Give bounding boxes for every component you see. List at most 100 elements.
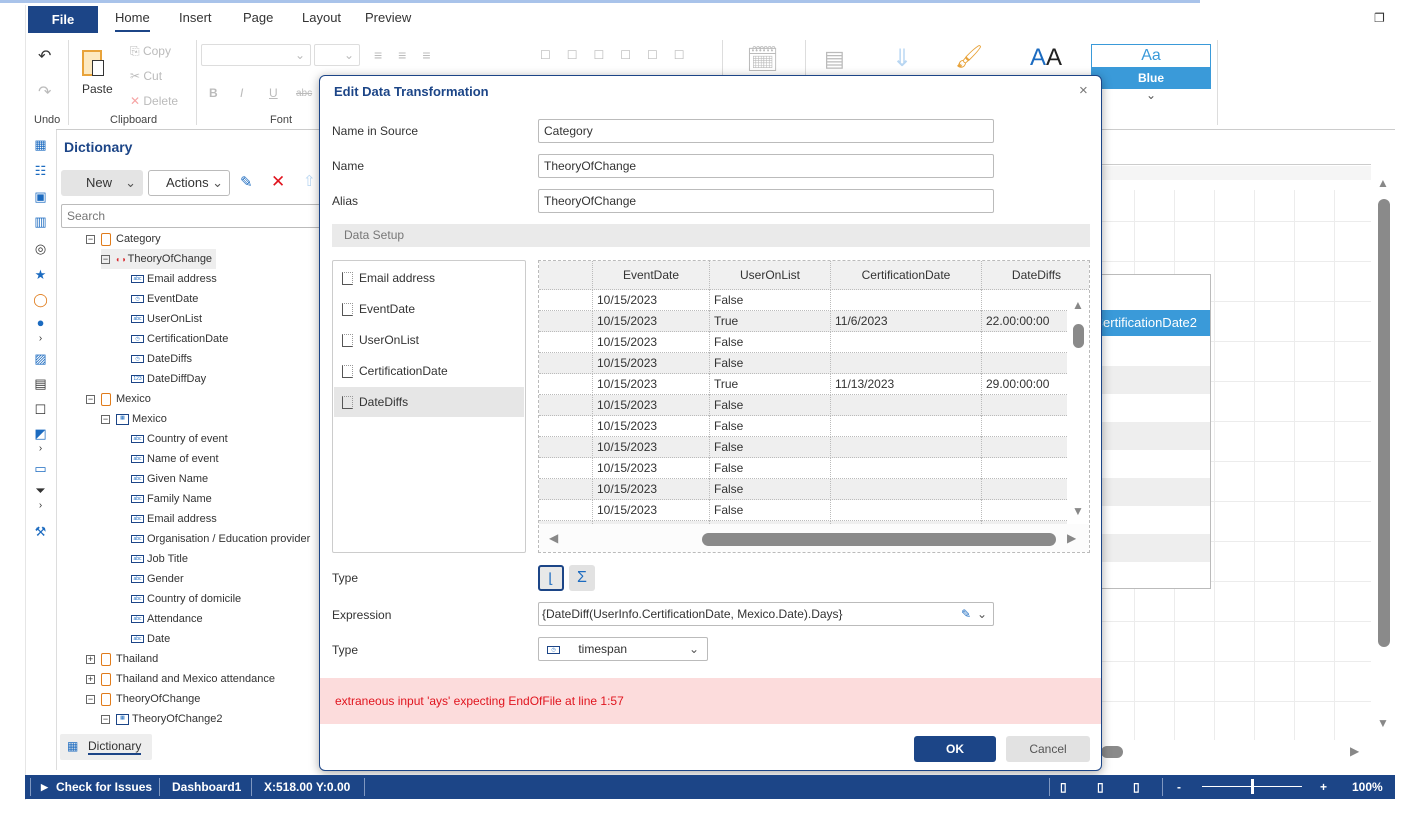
tree-item[interactable]: abc Organisation / Education provider xyxy=(131,529,310,549)
chevron-down-icon[interactable]: ⌄ xyxy=(1146,88,1156,102)
tree-item[interactable]: abc Country of event xyxy=(131,429,228,449)
tree-item[interactable]: − ◐◑ TheoryOfChange xyxy=(101,249,217,269)
tree-item[interactable]: − ▦ TheoryOfChange2 xyxy=(101,709,223,729)
move-down-icon[interactable]: ⇓ xyxy=(892,44,912,73)
grid-header-cell[interactable]: CertificationDate xyxy=(830,261,981,290)
expression-input[interactable]: {DateDiff(UserInfo.CertificationDate, Me… xyxy=(538,602,994,626)
delete-icon[interactable]: ✕ xyxy=(271,172,285,192)
scroll-right-icon[interactable]: ▶ xyxy=(1350,744,1359,758)
restore-window-icon[interactable]: ❐ xyxy=(1374,11,1385,25)
tree-item[interactable]: 123 DateDiffDay xyxy=(131,369,206,389)
font-style-icon[interactable]: AA xyxy=(1030,44,1062,72)
delete-button[interactable]: ✕ Delete xyxy=(130,94,178,108)
expand-icon[interactable]: + xyxy=(86,674,95,684)
column-list-item[interactable]: EventDate xyxy=(334,294,524,324)
cut-button[interactable]: ✂ Cut xyxy=(130,69,162,83)
paste-button[interactable]: Paste xyxy=(82,82,113,96)
zoom-in-button[interactable]: + xyxy=(1320,775,1327,799)
tab-insert[interactable]: Insert xyxy=(179,8,212,32)
scroll-down-icon[interactable]: ▼ xyxy=(1377,716,1389,730)
chevron-down-icon[interactable]: ⌄ xyxy=(977,603,987,625)
tree-item[interactable]: − ▦ Mexico xyxy=(101,409,167,429)
file-tab[interactable]: File xyxy=(28,6,98,33)
panel-icon[interactable]: ☐ xyxy=(33,403,48,417)
tab-page[interactable]: Page xyxy=(243,8,273,32)
actions-button[interactable]: Actions ⌄ xyxy=(148,170,230,196)
underline-button[interactable]: U xyxy=(269,86,278,100)
align-buttons[interactable]: ≡≡≡ xyxy=(374,47,447,63)
star-icon[interactable]: ★ xyxy=(33,268,48,282)
selected-cell[interactable]: CertificationDate2 xyxy=(1101,310,1210,336)
column-list-item[interactable]: DateDiffs xyxy=(334,387,524,417)
grid-vscroll-thumb[interactable] xyxy=(1073,324,1084,348)
tree-item[interactable]: abc Country of domicile xyxy=(131,589,241,609)
pencil-icon[interactable]: ✎ xyxy=(961,603,971,625)
grid-vscroll[interactable]: ▲ ▼ xyxy=(1067,290,1089,524)
name-in-source-input[interactable]: Category xyxy=(538,119,994,143)
grid-header-cell[interactable] xyxy=(539,261,592,290)
collapse-icon[interactable]: − xyxy=(86,234,95,244)
tree-item[interactable]: abc Email address xyxy=(131,269,217,289)
tree-item[interactable]: abc UserOnList xyxy=(131,309,202,329)
alias-input[interactable]: TheoryOfChange xyxy=(538,189,994,213)
shape-icon[interactable]: ◩ xyxy=(33,427,48,441)
zoom-out-button[interactable]: - xyxy=(1177,775,1181,799)
tree-item[interactable]: abc Job Title xyxy=(131,549,188,569)
tree-item[interactable]: abc Name of event xyxy=(131,449,219,469)
chevron-right-icon[interactable]: › xyxy=(33,499,48,513)
tab-layout[interactable]: Layout xyxy=(302,8,341,32)
sum-icon[interactable]: Σ xyxy=(569,565,595,591)
chevron-right-icon[interactable]: › xyxy=(33,442,48,456)
tree-item[interactable]: + Thailand and Mexico attendance xyxy=(86,669,275,689)
tree-item[interactable]: abc Date xyxy=(131,629,170,649)
bold-button[interactable]: B xyxy=(209,86,218,100)
fit-width-icon[interactable]: ▯ xyxy=(1060,775,1067,799)
tree-item[interactable]: + Thailand xyxy=(86,649,158,669)
tools-icon[interactable]: ⚒ xyxy=(33,525,48,539)
new-button[interactable]: New ⌄ xyxy=(61,170,143,196)
map-icon[interactable]: ● xyxy=(33,316,48,330)
collapse-icon[interactable]: − xyxy=(101,714,110,724)
image-icon[interactable]: ▨ xyxy=(33,352,48,366)
text-icon[interactable]: ▤ xyxy=(33,377,48,391)
fit-page-icon[interactable]: ▯ xyxy=(1097,775,1104,799)
ok-button[interactable]: OK xyxy=(914,736,996,762)
grid-hscroll[interactable]: ◀ ▶ xyxy=(539,524,1089,552)
grid-header-cell[interactable]: EventDate xyxy=(592,261,709,290)
vertical-scrollbar[interactable] xyxy=(1378,199,1390,647)
collapse-icon[interactable]: − xyxy=(101,254,110,264)
strikethrough-button[interactable]: abc xyxy=(296,88,312,99)
edit-icon[interactable]: ✎ xyxy=(240,173,253,191)
tree-item[interactable]: abc Attendance xyxy=(131,609,203,629)
page-name[interactable]: Dashboard1 xyxy=(172,775,241,799)
column-list-item[interactable]: UserOnList xyxy=(334,325,524,355)
tree-item[interactable]: abc Email address xyxy=(131,509,217,529)
grid-layout-icon[interactable]: ☷ xyxy=(33,164,48,178)
column-list-item[interactable]: Email address xyxy=(334,263,524,293)
conditions-icon[interactable]: ▤ xyxy=(824,46,845,72)
horizontal-scrollbar[interactable] xyxy=(1101,746,1123,758)
tree-item[interactable]: abc Family Name xyxy=(131,489,212,509)
tree-item[interactable]: ◷ CertificationDate xyxy=(131,329,228,349)
column-list-item[interactable]: CertificationDate xyxy=(334,356,524,386)
table-component[interactable]: CertificationDate2 xyxy=(1101,274,1211,589)
zoom-slider-thumb[interactable] xyxy=(1251,779,1254,794)
calendar-icon[interactable]: 🗓 xyxy=(746,44,779,75)
name-input[interactable]: TheoryOfChange xyxy=(538,154,994,178)
scroll-up-icon[interactable]: ▲ xyxy=(1072,298,1084,312)
scroll-up-icon[interactable]: ▲ xyxy=(1377,176,1389,190)
grid-hscroll-thumb[interactable] xyxy=(702,533,1056,546)
style-gallery-blue[interactable]: Aa Blue xyxy=(1091,44,1211,89)
tree-item[interactable]: ◷ DateDiffs xyxy=(131,349,192,369)
expand-icon[interactable]: + xyxy=(86,654,95,664)
close-icon[interactable]: × xyxy=(1079,82,1088,99)
collapse-icon[interactable]: − xyxy=(86,694,95,704)
font-size-select[interactable]: ⌄ xyxy=(314,44,360,66)
tree-item[interactable]: abc Given Name xyxy=(131,469,208,489)
actual-size-icon[interactable]: ▯ xyxy=(1133,775,1140,799)
collapse-icon[interactable]: − xyxy=(86,394,95,404)
table-icon[interactable]: ▦ xyxy=(33,138,48,152)
chevron-right-icon[interactable]: › xyxy=(33,332,48,346)
gauge-icon[interactable]: ◎ xyxy=(33,242,48,256)
grid-header-cell[interactable]: UserOnList xyxy=(709,261,830,290)
